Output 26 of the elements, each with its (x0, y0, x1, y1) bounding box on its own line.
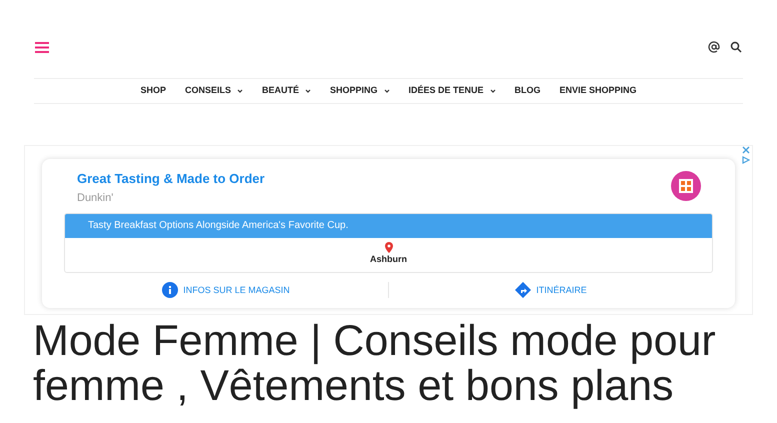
banner-text: Tasty Breakfast Options Alongside America's Favorite Cup. (88, 219, 348, 233)
nav-link[interactable]: BLOG (514, 84, 541, 98)
nav-link[interactable]: SHOP (140, 84, 166, 98)
chevron-down-icon (490, 89, 496, 93)
info-icon (162, 282, 178, 298)
location-pin-icon (384, 242, 392, 254)
ad-headline[interactable]: Great Tasting & Made to Order (77, 171, 265, 187)
close-icon[interactable] (742, 146, 750, 154)
menu-icon[interactable] (35, 42, 49, 52)
play-icon[interactable] (742, 156, 750, 164)
chevron-down-icon (236, 89, 243, 93)
ad-action-link[interactable]: INFOS SUR LE MAGASIN (162, 282, 290, 298)
page-title: Mode Femme | Conseils mode pour femme , Vêtements et bons plans (33, 319, 717, 409)
chevron-down-icon (384, 89, 390, 93)
nav-link[interactable]: SHOPPING (330, 84, 390, 98)
nav-link[interactable]: IDÉES DE TENUE (408, 84, 496, 98)
search-icon[interactable] (730, 41, 742, 53)
ad-action-link[interactable]: ITINÉRAIRE (515, 282, 587, 298)
advertiser-name: Dunkin' (77, 191, 114, 206)
chevron-down-icon (304, 89, 311, 93)
nav-link[interactable]: ENVIE SHOPPING (560, 84, 637, 98)
location-label: Ashburn (370, 253, 407, 266)
email-icon[interactable] (708, 41, 720, 53)
logo-icon (671, 171, 701, 201)
nav-link[interactable]: BEAUTÉ (262, 84, 311, 98)
nav-link[interactable]: CONSEILS (184, 84, 243, 98)
